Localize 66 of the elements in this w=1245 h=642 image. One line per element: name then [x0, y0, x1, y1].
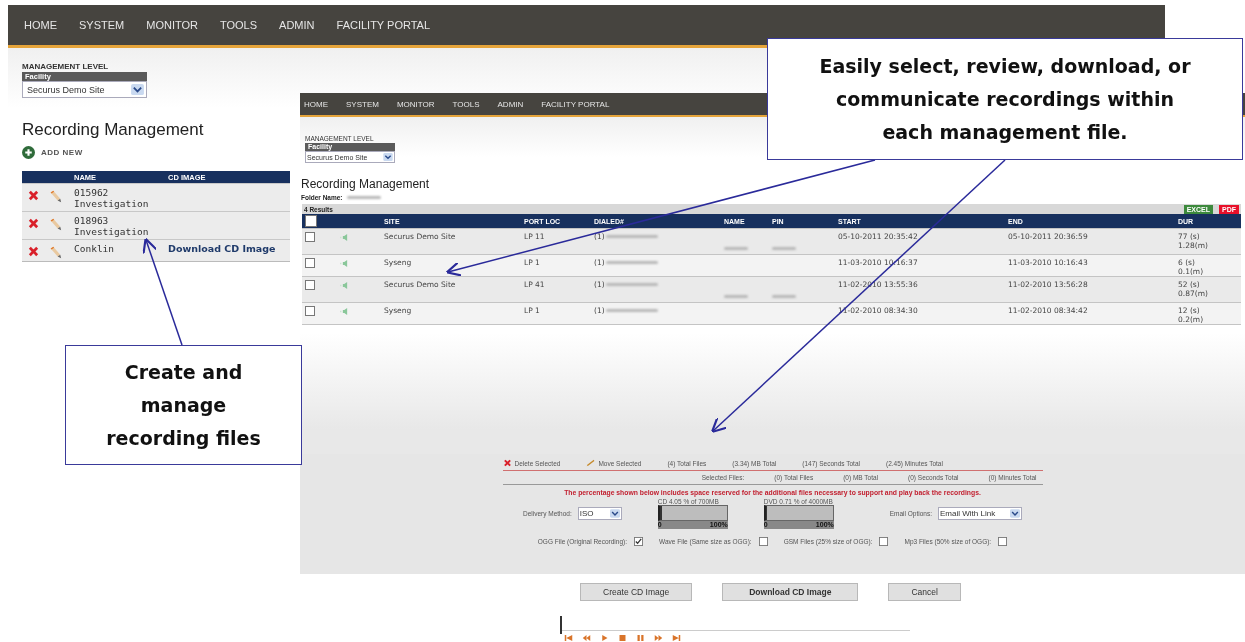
- delete-icon[interactable]: [28, 190, 39, 201]
- table-cell-text: 015962 Investigation: [74, 187, 150, 209]
- row-checkbox[interactable]: [305, 258, 315, 268]
- download-link[interactable]: Download CD Image: [168, 243, 290, 254]
- email-dropdown[interactable]: Email With Link: [938, 507, 1023, 520]
- format-checkbox[interactable]: [879, 537, 889, 546]
- page-title: Recording Management: [22, 120, 205, 140]
- callout-text: Create and manage recording files: [105, 359, 262, 451]
- speaker-icon[interactable]: [340, 281, 350, 290]
- rewind-icon[interactable]: [582, 634, 591, 642]
- speaker-icon[interactable]: [340, 307, 350, 316]
- play-icon[interactable]: [600, 634, 609, 642]
- delete-icon[interactable]: [502, 459, 512, 467]
- nav-link[interactable]: HOME: [304, 99, 328, 109]
- add-new-link[interactable]: ADD NEW: [41, 148, 83, 157]
- caret-icon: [609, 509, 620, 518]
- caret-icon: [1010, 509, 1021, 518]
- select-all-checkbox[interactable]: [305, 215, 317, 227]
- caret-icon: [383, 153, 393, 161]
- edit-pencil-icon[interactable]: [48, 189, 62, 203]
- nav-link[interactable]: SYSTEM: [346, 99, 379, 109]
- caret-icon: [131, 84, 144, 95]
- format-checkbox[interactable]: [998, 537, 1008, 546]
- table-cell-text: Conklin: [74, 243, 116, 254]
- edit-pencil-icon[interactable]: [48, 217, 62, 231]
- nav-link[interactable]: ADMIN: [497, 99, 524, 109]
- format-checkbox[interactable]: [634, 537, 644, 546]
- redacted-text: [346, 196, 381, 199]
- callout-text: Easily select, review, download, or communicate recordings within each management file.: [818, 53, 1192, 145]
- skip-forward-icon[interactable]: [672, 634, 681, 642]
- redacted-text: [605, 261, 658, 264]
- add-icon[interactable]: [22, 146, 35, 159]
- page-title: Recording Management: [301, 177, 431, 191]
- fast-forward-icon[interactable]: [654, 634, 663, 642]
- nav-link[interactable]: MONITOR: [396, 99, 435, 109]
- facility-dropdown[interactable]: Securus Demo Site: [22, 81, 147, 98]
- nav-link[interactable]: SYSTEM: [79, 19, 125, 31]
- row-checkbox[interactable]: [305, 232, 315, 242]
- redacted-text: [605, 283, 658, 286]
- nav-link[interactable]: TOOLS: [452, 99, 480, 109]
- action-button[interactable]: Create CD Image: [580, 583, 693, 601]
- format-checkbox[interactable]: [758, 537, 768, 546]
- stop-icon[interactable]: [618, 634, 627, 642]
- redacted-text: [605, 235, 658, 238]
- delete-icon[interactable]: [28, 246, 39, 257]
- row-checkbox[interactable]: [305, 280, 315, 290]
- nav-link[interactable]: TOOLS: [220, 19, 258, 31]
- edit-pencil-icon[interactable]: [48, 245, 62, 259]
- delete-icon[interactable]: [28, 218, 39, 229]
- nav-link[interactable]: FACILITY PORTAL: [336, 19, 431, 31]
- speaker-icon[interactable]: [340, 259, 350, 268]
- skip-back-icon[interactable]: [564, 634, 573, 642]
- action-button[interactable]: Download CD Image: [722, 583, 859, 601]
- management-level-label: MANAGEMENT LEVEL: [22, 62, 110, 71]
- row-checkbox[interactable]: [305, 306, 315, 316]
- action-button[interactable]: Cancel: [888, 583, 961, 601]
- nav-link[interactable]: ADMIN: [279, 19, 315, 31]
- table-cell-text: 018963 Investigation: [74, 215, 150, 237]
- pause-icon[interactable]: [636, 634, 645, 642]
- nav-link[interactable]: HOME: [24, 19, 57, 31]
- speaker-icon[interactable]: [340, 233, 350, 242]
- redacted-text: [605, 309, 658, 312]
- pencil-icon[interactable]: [586, 459, 596, 467]
- nav-link[interactable]: MONITOR: [146, 19, 198, 31]
- delivery-dropdown[interactable]: ISO: [577, 507, 622, 520]
- nav-link[interactable]: FACILITY PORTAL: [541, 99, 610, 109]
